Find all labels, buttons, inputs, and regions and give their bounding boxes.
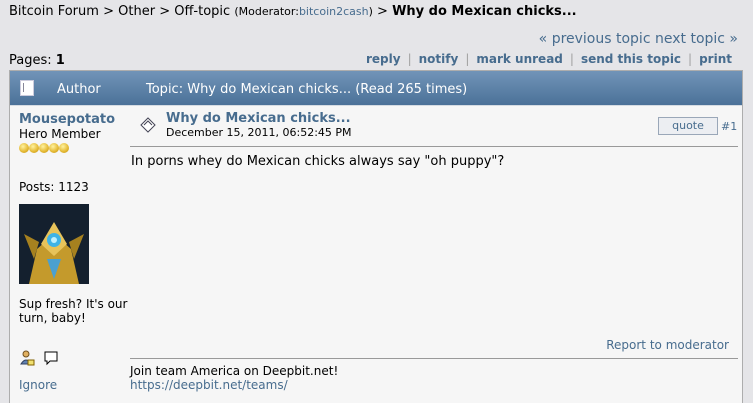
star-icon xyxy=(19,143,29,153)
post-date: December 15, 2011, 06:52:45 PM xyxy=(166,126,352,139)
author-header: Author xyxy=(57,82,101,97)
separator: | xyxy=(569,52,574,66)
topic-buttons: reply | notify | mark unread | send this topic… xyxy=(366,52,732,66)
divider xyxy=(130,146,738,147)
profile-icon[interactable] xyxy=(19,350,35,366)
star-icon xyxy=(59,143,69,153)
pages-label: Pages: xyxy=(9,53,52,68)
poster-info: Mousepotato Hero Member Posts: 1123 Sup … xyxy=(19,112,129,392)
previous-topic-link[interactable]: « previous topic xyxy=(539,31,651,47)
send-topic-button[interactable]: send this topic xyxy=(581,52,681,66)
star-icon xyxy=(49,143,59,153)
message-icon xyxy=(140,117,156,133)
rank-stars xyxy=(19,142,129,154)
breadcrumb-separator: > xyxy=(377,4,388,19)
notify-button[interactable]: notify xyxy=(419,52,459,66)
current-page: 1 xyxy=(55,53,65,68)
next-topic-link[interactable]: next topic » xyxy=(655,31,738,47)
signature: Join team America on Deepbit.net! https:… xyxy=(130,364,338,392)
breadcrumb-board[interactable]: Other xyxy=(118,4,155,19)
topic-header: Topic: Why do Mexican chicks... (Read 26… xyxy=(146,82,468,97)
mark-unread-button[interactable]: mark unread xyxy=(476,52,563,66)
breadcrumb-topic[interactable]: Why do Mexican chicks... xyxy=(392,4,577,19)
post-number-link[interactable]: #1 xyxy=(721,120,737,133)
table-header: Author Topic: Why do Mexican chicks... (… xyxy=(10,71,742,106)
post-body: In porns whey do Mexican chicks always s… xyxy=(131,154,505,169)
moderator-close: ) xyxy=(368,5,373,18)
report-to-moderator-link[interactable]: Report to moderator xyxy=(606,338,729,352)
moderator-link[interactable]: bitcoin2cash xyxy=(299,5,369,18)
reply-button[interactable]: reply xyxy=(366,52,401,66)
post-table: Author Topic: Why do Mexican chicks... (… xyxy=(9,70,743,403)
breadcrumb-separator: > xyxy=(159,4,171,19)
personal-message-icon[interactable] xyxy=(43,350,59,366)
pagination: Pages: 1 xyxy=(9,53,65,68)
star-icon xyxy=(29,143,39,153)
breadcrumb-forum[interactable]: Bitcoin Forum xyxy=(9,4,99,19)
breadcrumb-separator: > xyxy=(103,4,114,19)
signature-text: Join team America on Deepbit.net! xyxy=(130,364,339,378)
separator: | xyxy=(465,52,470,66)
document-icon xyxy=(20,80,34,96)
breadcrumb-subboard[interactable]: Off-topic xyxy=(174,4,230,19)
topic-navigation: « previous topic next topic » xyxy=(539,31,738,47)
post-subject[interactable]: Why do Mexican chicks... xyxy=(166,111,351,126)
post-count: Posts: 1123 xyxy=(19,180,89,194)
signature-link[interactable]: https://deepbit.net/teams/ xyxy=(130,378,288,392)
separator: | xyxy=(688,52,693,66)
poster-rank: Hero Member xyxy=(19,127,101,141)
quote-button[interactable]: quote xyxy=(658,117,718,135)
moderator-label: (Moderator: xyxy=(234,5,299,18)
personal-text: Sup fresh? It's our turn, baby! xyxy=(19,297,128,325)
poster-icons xyxy=(19,350,59,366)
ignore-link[interactable]: Ignore xyxy=(19,378,57,392)
star-icon xyxy=(39,143,49,153)
separator: | xyxy=(407,52,412,66)
divider xyxy=(130,358,738,359)
avatar xyxy=(19,204,89,284)
print-button[interactable]: print xyxy=(699,52,732,66)
avatar-image xyxy=(19,204,89,284)
breadcrumb: Bitcoin Forum > Other > Off-topic (Moder… xyxy=(9,4,577,19)
poster-name[interactable]: Mousepotato xyxy=(19,112,115,127)
